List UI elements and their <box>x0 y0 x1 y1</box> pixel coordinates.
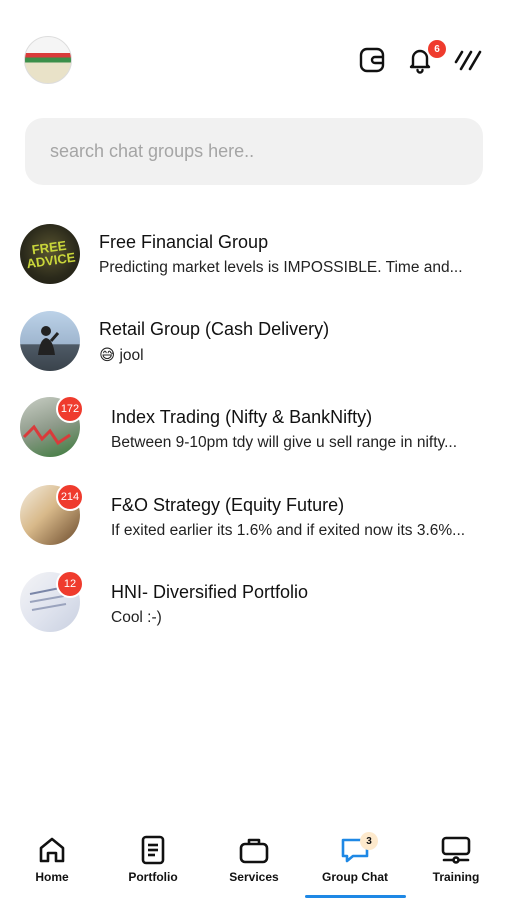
group-name: Index Trading (Nifty & BankNifty) <box>111 407 373 427</box>
group-name: Free Financial Group <box>99 232 269 252</box>
document-icon <box>135 832 171 868</box>
tab-label: Services <box>229 870 279 884</box>
tab-training[interactable]: Training <box>406 832 506 896</box>
wallet-icon[interactable] <box>356 44 388 76</box>
person-silhouette-icon <box>38 326 60 355</box>
group-last-message: If exited earlier its 1.6% and if exited… <box>111 522 466 539</box>
unread-badge: 214 <box>56 483 84 511</box>
tab-label: Training <box>432 870 480 884</box>
brand-logo[interactable] <box>24 36 72 84</box>
group-last-message: 😅 jool <box>99 346 487 365</box>
group-last-message-text: jool <box>119 347 144 364</box>
active-tab-indicator <box>305 895 406 898</box>
unread-badge: 172 <box>56 395 84 423</box>
search-bar[interactable] <box>25 118 483 185</box>
tab-label: Portfolio <box>128 870 178 884</box>
group-row-retail[interactable]: Retail Group (Cash Delivery) 😅 jool <box>0 309 507 379</box>
tab-services[interactable]: Services <box>204 832 304 896</box>
chat-unread-badge: 3 <box>360 832 378 850</box>
group-name: F&O Strategy (Equity Future) <box>111 495 345 515</box>
top-header: 6 <box>0 36 507 86</box>
avatar-logo-text: FREE ADVICE <box>25 237 77 272</box>
menu-icon[interactable] <box>452 44 484 76</box>
group-name: HNI- Diversified Portfolio <box>111 582 309 602</box>
group-name: Retail Group (Cash Delivery) <box>99 319 330 339</box>
search-input[interactable] <box>50 141 450 162</box>
bottom-tab-bar: Home Portfolio Services Group Chat 3 Tra… <box>0 820 507 900</box>
group-row-free-financial[interactable]: FREE ADVICE Free Financial Group Predict… <box>0 222 507 292</box>
tab-portfolio[interactable]: Portfolio <box>103 832 203 896</box>
tab-home[interactable]: Home <box>2 832 102 896</box>
tab-label: Group Chat <box>322 870 388 884</box>
notification-count-badge: 6 <box>428 40 446 58</box>
group-avatar: FREE ADVICE <box>20 224 80 284</box>
group-row-index-trading[interactable]: 172 Index Trading (Nifty & BankNifty) Be… <box>0 395 507 465</box>
tab-group-chat[interactable]: Group Chat <box>305 832 405 896</box>
emoji-icon: 😅 <box>99 347 116 364</box>
group-last-message: Predicting market levels is IMPOSSIBLE. … <box>99 259 463 276</box>
group-row-hni-portfolio[interactable]: 12 HNI- Diversified Portfolio Cool :-) <box>0 570 507 640</box>
group-row-fo-strategy[interactable]: 214 F&O Strategy (Equity Future) If exit… <box>0 483 507 553</box>
unread-badge: 12 <box>56 570 84 598</box>
tab-label: Home <box>35 870 69 884</box>
monitor-icon <box>438 832 474 868</box>
group-last-message: Between 9-10pm tdy will give u sell rang… <box>111 434 458 451</box>
group-last-message: Cool :-) <box>111 609 162 626</box>
briefcase-icon <box>236 832 272 868</box>
group-avatar <box>20 311 80 371</box>
home-icon <box>34 832 70 868</box>
